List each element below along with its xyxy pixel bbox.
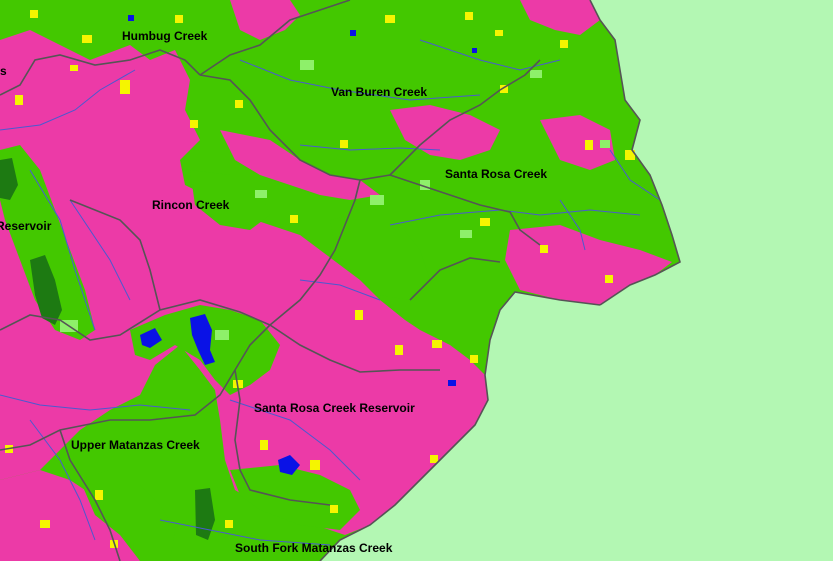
land-cover-map[interactable]: Humbug Creek s Van Buren Creek Santa Ros… — [0, 0, 833, 561]
label-cut-off-left: s — [0, 64, 7, 78]
label-upper-matanzas-creek: Upper Matanzas Creek — [71, 438, 200, 452]
label-van-buren-creek: Van Buren Creek — [331, 85, 428, 99]
label-rincon-creek: Rincon Creek — [152, 198, 230, 212]
label-south-fork-matanzas-creek: South Fork Matanzas Creek — [235, 541, 393, 555]
label-reservoir-left: Reservoir — [0, 219, 52, 233]
label-santa-rosa-creek-reservoir: Santa Rosa Creek Reservoir — [254, 401, 415, 415]
label-humbug-creek: Humbug Creek — [122, 29, 208, 43]
label-santa-rosa-creek: Santa Rosa Creek — [445, 167, 548, 181]
